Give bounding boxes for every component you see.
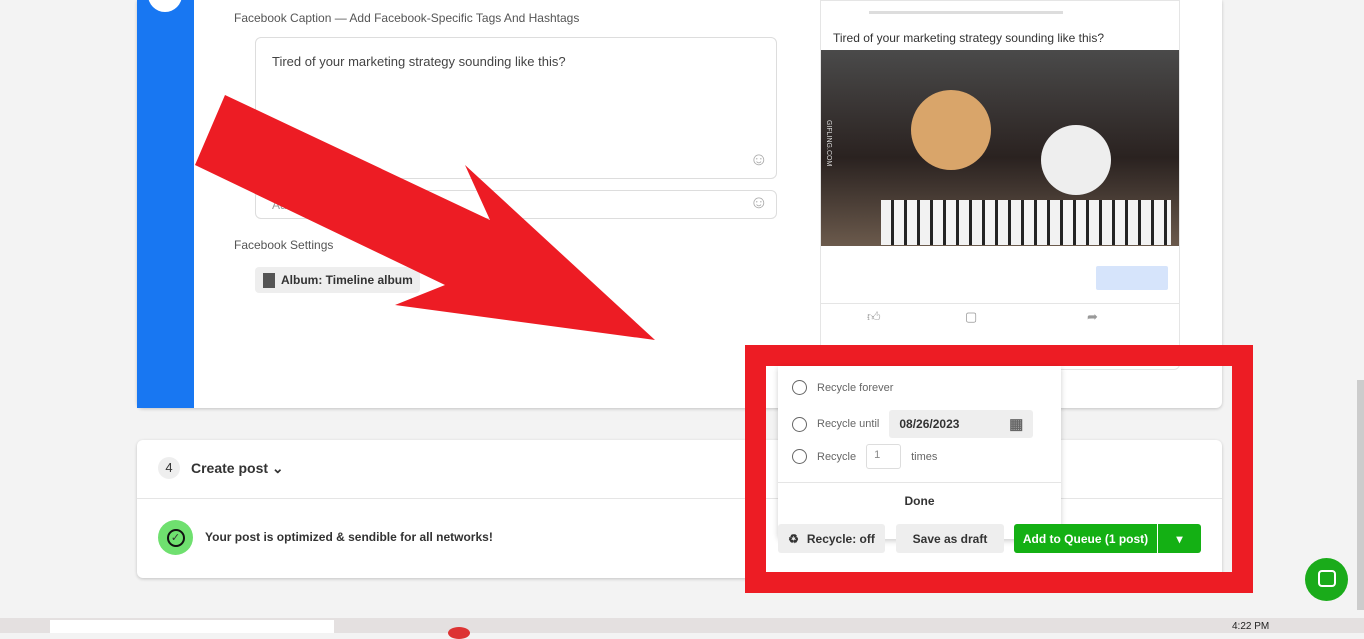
recycle-times-option[interactable]: Recycle 1 times bbox=[792, 444, 937, 469]
caption-text: Tired of your marketing strategy soundin… bbox=[272, 54, 566, 69]
facebook-sidebar bbox=[137, 0, 194, 408]
taskbar-search[interactable] bbox=[50, 620, 334, 633]
recycle-button[interactable]: ♻ Recycle: off bbox=[778, 524, 885, 553]
recycle-popup: Recycle forever Recycle until 08/26/2023… bbox=[778, 366, 1061, 539]
option-label: Recycle forever bbox=[817, 381, 894, 394]
date-value: 08/26/2023 bbox=[899, 417, 960, 431]
clock: 4:22 PM bbox=[1232, 621, 1270, 632]
watermark: GIFLING.COM bbox=[825, 120, 832, 167]
save-draft-button[interactable]: Save as draft bbox=[896, 524, 1004, 553]
divider bbox=[778, 482, 1061, 483]
times-label: times bbox=[911, 450, 938, 463]
emoji-icon[interactable]: ☺ bbox=[750, 192, 768, 213]
caret-down-icon: ▾ bbox=[1176, 531, 1183, 546]
chevron-down-icon: ⌄ bbox=[271, 460, 284, 476]
add-to-queue-button[interactable]: Add to Queue (1 post) bbox=[1014, 524, 1157, 553]
preview-image: GIFLING.COM bbox=[821, 50, 1179, 246]
radio[interactable] bbox=[792, 380, 807, 395]
calendar-icon[interactable]: ▦ bbox=[1009, 415, 1023, 433]
placeholder-bar bbox=[869, 11, 1063, 14]
app-icon[interactable] bbox=[448, 627, 470, 639]
step-number: 4 bbox=[158, 457, 180, 479]
done-button[interactable]: Done bbox=[778, 494, 1061, 508]
check-circle-icon: ✓ bbox=[158, 520, 193, 555]
queue-options-button[interactable]: ▾ bbox=[1158, 524, 1201, 553]
optimized-status: Your post is optimized & sendible for al… bbox=[205, 530, 493, 544]
recycle-forever-option[interactable]: Recycle forever bbox=[792, 380, 893, 395]
radio[interactable] bbox=[792, 416, 807, 432]
annotation-arrow bbox=[195, 95, 655, 340]
scrollbar[interactable] bbox=[1357, 380, 1364, 610]
radio[interactable] bbox=[792, 449, 807, 464]
comment-icon: ▢ bbox=[965, 309, 978, 324]
recycle-until-option[interactable]: Recycle until 08/26/2023 ▦ bbox=[792, 410, 1034, 438]
recycle-icon: ♻ bbox=[788, 531, 799, 546]
option-label: Recycle until bbox=[817, 418, 880, 430]
create-post-title: Create post bbox=[191, 460, 269, 476]
preview-text: Tired of your marketing strategy soundin… bbox=[833, 31, 1105, 45]
like-icon: 👍︎ bbox=[867, 309, 881, 324]
taskbar: 4:22 PM bbox=[0, 618, 1364, 639]
caption-label: Facebook Caption — Add Facebook-Specific… bbox=[234, 11, 580, 25]
placeholder-button bbox=[1096, 266, 1168, 290]
date-input[interactable]: 08/26/2023 ▦ bbox=[889, 410, 1034, 438]
create-post-toggle[interactable]: Create post ⌄ bbox=[191, 460, 284, 477]
emoji-icon[interactable]: ☺ bbox=[750, 149, 768, 170]
chat-button[interactable] bbox=[1305, 558, 1348, 601]
share-icon: ➦ bbox=[1087, 309, 1098, 324]
times-input[interactable]: 1 bbox=[866, 444, 902, 469]
option-label: Recycle bbox=[817, 450, 857, 463]
divider bbox=[821, 303, 1179, 304]
recycle-label: Recycle: off bbox=[806, 531, 875, 546]
